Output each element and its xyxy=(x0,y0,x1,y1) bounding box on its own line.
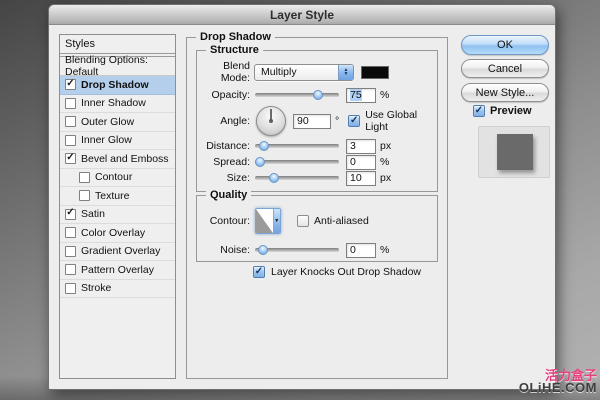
opacity-row: Opacity: 75 % xyxy=(197,86,389,104)
noise-unit: % xyxy=(380,244,390,256)
noise-slider-thumb[interactable] xyxy=(258,245,268,255)
sidebar-item-drop-shadow[interactable]: ✓ Drop Shadow xyxy=(60,76,175,95)
popup-stepper-icon: ▲ ▼ xyxy=(338,64,353,80)
use-global-light-checkbox[interactable]: ✓ xyxy=(348,115,361,127)
size-slider[interactable] xyxy=(255,173,339,183)
distance-unit: px xyxy=(380,140,392,152)
noise-slider[interactable] xyxy=(255,245,339,255)
angle-field[interactable]: 90 xyxy=(293,113,331,129)
checkbox-checked-icon[interactable]: ✓ xyxy=(65,208,76,220)
size-field[interactable]: 10 xyxy=(346,170,376,186)
sidebar-item-outer-glow[interactable]: Outer Glow xyxy=(60,113,175,132)
distance-field[interactable]: 3 xyxy=(346,138,376,154)
angle-hub-icon xyxy=(269,119,273,123)
checkbox-checked-icon[interactable]: ✓ xyxy=(65,152,76,165)
anti-aliased-label: Anti-aliased xyxy=(314,215,369,227)
opacity-field[interactable]: 75 xyxy=(346,87,376,103)
knockout-row: ✓ Layer Knocks Out Drop Shadow xyxy=(253,266,421,278)
sidebar-item-stroke[interactable]: Stroke xyxy=(60,280,175,298)
anti-aliased-checkbox[interactable] xyxy=(297,215,309,227)
sidebar-item-bevel-and-emboss[interactable]: ✓ Bevel and Emboss xyxy=(60,150,175,169)
opacity-label: Opacity: xyxy=(211,89,250,101)
preview-checkbox[interactable]: ✓ xyxy=(473,105,485,117)
sidebar-item-inner-glow[interactable]: Inner Glow xyxy=(60,132,175,150)
noise-row: Noise: 0 % xyxy=(197,241,389,259)
distance-label: Distance: xyxy=(206,140,250,152)
sidebar-item-contour[interactable]: Contour xyxy=(60,169,175,187)
checkbox-unchecked-icon[interactable] xyxy=(65,116,76,128)
checkbox-unchecked-icon[interactable] xyxy=(79,171,90,183)
sidebar-item-texture[interactable]: Texture xyxy=(60,187,175,206)
size-label: Size: xyxy=(226,172,250,184)
title-bar[interactable]: Layer Style xyxy=(49,5,555,25)
noise-field[interactable]: 0 xyxy=(346,242,376,258)
panel-title: Drop Shadow xyxy=(196,31,275,43)
preview-thumbnail xyxy=(478,126,550,178)
preview-row: ✓ Preview xyxy=(473,105,532,117)
sidebar-header-styles[interactable]: Styles xyxy=(60,35,175,54)
checkbox-unchecked-icon[interactable] xyxy=(79,190,90,202)
ok-button[interactable]: OK xyxy=(461,35,549,55)
angle-dial[interactable] xyxy=(256,106,286,136)
preview-shadow-square xyxy=(497,134,533,170)
blend-mode-value: Multiply xyxy=(261,66,297,78)
angle-unit: ° xyxy=(335,115,340,127)
window-title: Layer Style xyxy=(269,7,335,22)
contour-picker[interactable]: ▼ xyxy=(255,208,281,234)
preview-label: Preview xyxy=(490,105,532,117)
layer-style-dialog: Layer Style Styles Blending Options: Def… xyxy=(48,4,556,390)
sidebar-item-pattern-overlay[interactable]: Pattern Overlay xyxy=(60,261,175,280)
size-unit: px xyxy=(380,172,392,184)
checkbox-unchecked-icon[interactable] xyxy=(65,97,76,109)
watermark-site: OLiHE.COM xyxy=(518,380,597,395)
checkbox-unchecked-icon[interactable] xyxy=(65,264,76,276)
size-row: Size: 10 px xyxy=(197,169,391,187)
sidebar-item-satin[interactable]: ✓ Satin xyxy=(60,206,175,224)
size-slider-thumb[interactable] xyxy=(269,173,279,183)
spread-slider-thumb[interactable] xyxy=(255,157,265,167)
contour-dropdown-icon[interactable]: ▼ xyxy=(272,209,280,233)
blend-mode-label: Blend Mode: xyxy=(220,60,250,84)
structure-group: Structure Blend Mode: Multiply ▲ ▼ Opacit… xyxy=(196,44,438,192)
sidebar-item-blending-options[interactable]: Blending Options: Default xyxy=(60,54,175,78)
distance-slider-thumb[interactable] xyxy=(259,141,269,151)
opacity-slider-thumb[interactable] xyxy=(313,90,323,100)
checkbox-unchecked-icon[interactable] xyxy=(65,282,76,294)
spread-unit: % xyxy=(380,156,390,168)
cancel-button[interactable]: Cancel xyxy=(461,59,549,78)
layer-knockout-label: Layer Knocks Out Drop Shadow xyxy=(271,266,421,278)
blend-mode-select[interactable]: Multiply ▲ ▼ xyxy=(254,63,354,81)
checkbox-checked-icon[interactable]: ✓ xyxy=(65,78,76,91)
angle-label: Angle: xyxy=(220,115,250,127)
checkbox-unchecked-icon[interactable] xyxy=(65,245,76,257)
use-global-light-label: Use Global Light xyxy=(365,109,418,133)
sidebar-item-gradient-overlay[interactable]: Gradient Overlay xyxy=(60,243,175,261)
contour-label: Contour: xyxy=(209,215,250,227)
spread-label: Spread: xyxy=(213,156,250,168)
layer-knockout-checkbox[interactable]: ✓ xyxy=(253,266,265,278)
opacity-slider[interactable] xyxy=(255,90,339,100)
structure-group-title: Structure xyxy=(206,44,263,56)
contour-row: Contour: ▼ Anti-aliased xyxy=(197,207,369,235)
spread-slider[interactable] xyxy=(255,157,339,167)
sidebar-item-color-overlay[interactable]: Color Overlay xyxy=(60,224,175,243)
contour-linear-icon xyxy=(256,209,273,233)
checkbox-unchecked-icon[interactable] xyxy=(65,227,76,239)
angle-row: Angle: 90 ° ✓ Use Global Light xyxy=(197,106,437,136)
noise-label: Noise: xyxy=(220,244,250,256)
quality-group-title: Quality xyxy=(206,189,252,201)
blend-mode-row: Blend Mode: Multiply ▲ ▼ xyxy=(197,60,389,84)
checkbox-unchecked-icon[interactable] xyxy=(65,134,76,146)
drop-shadow-panel: Drop Shadow Structure Blend Mode: Multip… xyxy=(186,31,448,379)
new-style-button[interactable]: New Style... xyxy=(461,83,549,102)
opacity-unit: % xyxy=(380,89,390,101)
shadow-color-swatch[interactable] xyxy=(361,65,389,79)
sidebar-item-inner-shadow[interactable]: Inner Shadow xyxy=(60,95,175,113)
watermark: 活力盒子 OLiHE.COM xyxy=(518,369,597,395)
styles-sidebar: Styles Blending Options: Default ✓ Drop … xyxy=(59,34,176,379)
spread-field[interactable]: 0 xyxy=(346,154,376,170)
distance-slider[interactable] xyxy=(255,141,339,151)
quality-group: Quality Contour: ▼ Anti-aliased Noise: 0 xyxy=(196,189,438,262)
